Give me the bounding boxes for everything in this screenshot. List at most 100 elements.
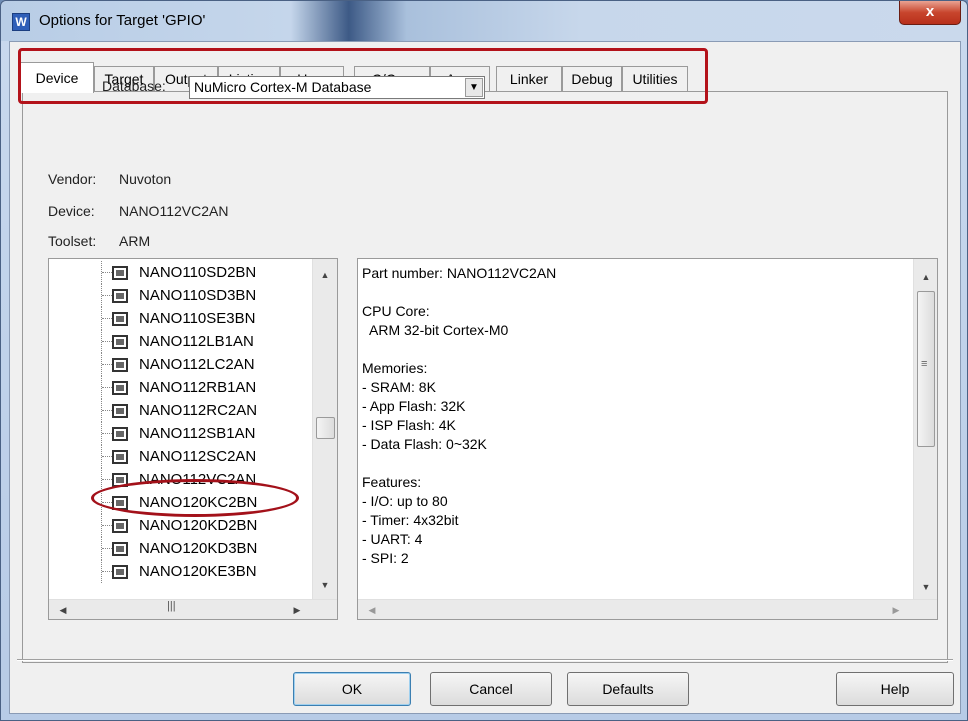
scroll-up-icon[interactable]: ▲	[317, 267, 333, 283]
device-list-item[interactable]: NANO110SE3BN	[49, 307, 309, 330]
ok-button[interactable]: OK	[293, 672, 411, 706]
device-list-item[interactable]: NANO120KD2BN	[49, 514, 309, 537]
tab-utilities[interactable]: Utilities	[622, 66, 688, 92]
description-line: - ISP Flash: 4K	[362, 417, 456, 433]
options-dialog: W Options for Target 'GPIO' x Device Tar…	[0, 0, 968, 721]
chip-icon	[112, 381, 128, 395]
device-list-item[interactable]: NANO112SB1AN	[49, 422, 309, 445]
tree-connector	[101, 514, 112, 537]
description-line: ARM 32-bit Cortex-M0	[362, 322, 509, 338]
tree-connector	[101, 445, 112, 468]
desc-scroll-down-icon[interactable]: ▼	[918, 579, 934, 595]
tree-connector	[101, 422, 112, 445]
chip-icon	[112, 312, 128, 326]
tree-connector	[101, 537, 112, 560]
scroll-left-icon[interactable]: ◀	[55, 602, 71, 618]
close-button[interactable]: x	[899, 1, 961, 25]
description-vscrollbar[interactable]: ▲ ≡ ▼	[913, 259, 937, 599]
tree-connector	[101, 353, 112, 376]
tab-device[interactable]: Device	[20, 62, 94, 93]
chip-icon	[112, 542, 128, 556]
device-list-item[interactable]: NANO120KC2BN	[49, 491, 309, 514]
device-list-item-label: NANO112LB1AN	[139, 333, 254, 350]
tree-connector	[101, 261, 112, 284]
device-list-item[interactable]: NANO112RC2AN	[49, 399, 309, 422]
desc-scroll-up-icon[interactable]: ▲	[918, 269, 934, 285]
description-line: - App Flash: 32K	[362, 398, 466, 414]
device-tree-vscrollbar[interactable]: ▲ ▼	[312, 259, 337, 599]
description-line: Features:	[362, 474, 422, 490]
device-list-item-label: NANO120KD3BN	[139, 540, 258, 557]
tab-debug[interactable]: Debug	[562, 66, 622, 92]
device-list-item[interactable]: NANO110SD2BN	[49, 261, 309, 284]
device-list-item-label: NANO110SD2BN	[139, 264, 257, 281]
scroll-right-icon[interactable]: ▶	[289, 602, 305, 618]
description-line: Memories:	[362, 360, 428, 376]
desc-scroll-right-icon[interactable]: ▶	[888, 602, 904, 618]
description-line: Part number: NANO112VC2AN	[362, 265, 557, 281]
device-list-item[interactable]: NANO112LC2AN	[49, 353, 309, 376]
chip-icon	[112, 496, 128, 510]
dropdown-arrow-icon[interactable]: ▼	[465, 78, 483, 97]
chip-icon	[112, 450, 128, 464]
tree-connector	[101, 399, 112, 422]
description-line: - SPI: 2	[362, 550, 409, 566]
vendor-value: Nuvoton	[119, 171, 172, 187]
chip-icon	[112, 335, 128, 349]
description-line: - Timer: 4x32bit	[362, 512, 459, 528]
device-tree-hscrollbar[interactable]: ◀ ||| ▶	[49, 599, 337, 619]
scroll-down-icon[interactable]: ▼	[317, 577, 333, 593]
device-list-item[interactable]: NANO112RB1AN	[49, 376, 309, 399]
chip-icon	[112, 427, 128, 441]
device-list-item-label: NANO112SC2AN	[139, 448, 257, 465]
vendor-label: Vendor:	[48, 171, 97, 187]
tree-connector	[101, 307, 112, 330]
device-list-item[interactable]: NANO110SD3BN	[49, 284, 309, 307]
tree-connector	[101, 376, 112, 399]
chip-icon	[112, 565, 128, 579]
device-list-item-label: NANO110SE3BN	[139, 310, 256, 327]
device-label: Device:	[48, 203, 95, 219]
device-list-item[interactable]: NANO112LB1AN	[49, 330, 309, 353]
description-hscrollbar[interactable]: ◀ ▶	[358, 599, 937, 619]
device-list-item-label: NANO112SB1AN	[139, 425, 256, 442]
chip-icon	[112, 266, 128, 280]
hscroll-grip-icon[interactable]: |||	[167, 600, 176, 612]
device-list-item[interactable]: NANO120KD3BN	[49, 537, 309, 560]
keil-app-icon: W	[12, 13, 30, 31]
device-list-item-label: NANO110SD3BN	[139, 287, 257, 304]
database-value: NuMicro Cortex-M Database	[194, 79, 372, 95]
chip-icon	[112, 404, 128, 418]
device-list-item-label: NANO112RB1AN	[139, 379, 257, 396]
tree-connector	[101, 284, 112, 307]
tree-connector	[101, 560, 112, 583]
desc-scroll-thumb[interactable]: ≡	[917, 291, 935, 447]
description-line: - UART: 4	[362, 531, 423, 547]
device-list-item[interactable]: NANO112VC2AN	[49, 468, 309, 491]
device-list-item[interactable]: NANO120KE3BN	[49, 560, 309, 583]
device-description: Part number: NANO112VC2AN CPU Core: ARM 3…	[357, 258, 938, 620]
scroll-thumb[interactable]	[316, 417, 335, 439]
device-list-item[interactable]: NANO112SC2AN	[49, 445, 309, 468]
description-line: - SRAM: 8K	[362, 379, 436, 395]
chip-icon	[112, 358, 128, 372]
description-line: - I/O: up to 80	[362, 493, 448, 509]
chip-icon	[112, 473, 128, 487]
cancel-button[interactable]: Cancel	[430, 672, 552, 706]
database-label: Database:	[102, 78, 166, 94]
chip-icon	[112, 519, 128, 533]
database-select[interactable]: NuMicro Cortex-M Database ▼	[189, 76, 485, 99]
device-value: NANO112VC2AN	[119, 203, 229, 219]
defaults-button[interactable]: Defaults	[567, 672, 689, 706]
device-tree[interactable]: NANO110SD2BN NANO110SD3BN NANO110SE3BN NANO…	[48, 258, 338, 620]
device-list-item-label: NANO112LC2AN	[139, 356, 255, 373]
desc-scroll-left-icon[interactable]: ◀	[364, 602, 380, 618]
tree-connector	[101, 491, 112, 514]
tab-linker[interactable]: Linker	[496, 66, 562, 92]
title-bar[interactable]: W Options for Target 'GPIO' x	[1, 1, 967, 41]
device-list-item-label: NANO120KC2BN	[139, 494, 258, 511]
description-line: - Data Flash: 0~32K	[362, 436, 487, 452]
device-list-item-label: NANO120KD2BN	[139, 517, 258, 534]
chip-icon	[112, 289, 128, 303]
help-button[interactable]: Help	[836, 672, 954, 706]
